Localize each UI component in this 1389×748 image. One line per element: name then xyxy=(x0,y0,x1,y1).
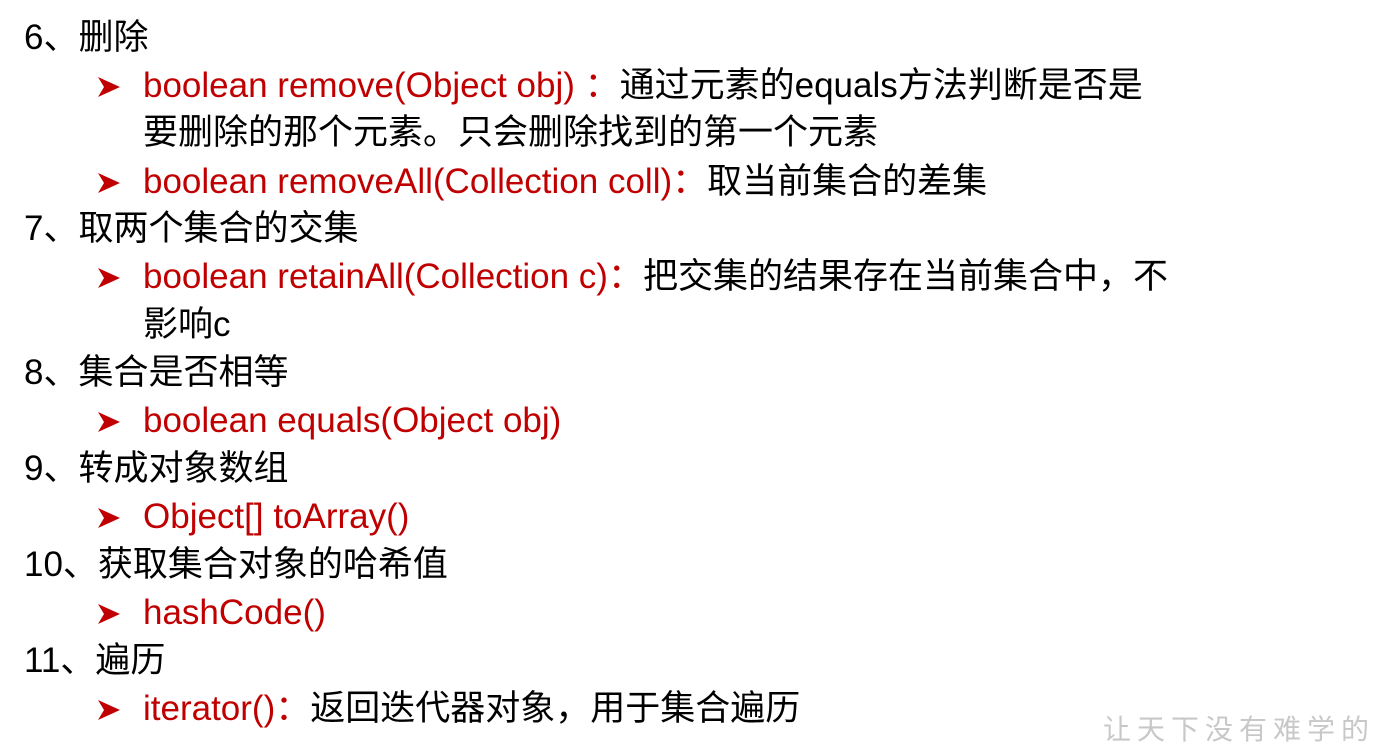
method-description: 取当前集合的差集 xyxy=(707,162,988,201)
list-item: boolean retainAll(Collection c)：把交集的结果存在… xyxy=(97,253,1168,301)
list-item: Object[] toArray() xyxy=(97,493,409,541)
arrow-bullet-icon xyxy=(97,493,143,529)
method-description: 返回迭代器对象，用于集合遍历 xyxy=(310,689,801,728)
list-item: hashCode() xyxy=(97,589,326,637)
method-signature: boolean equals(Object obj) xyxy=(143,401,562,440)
method-description: 把交集的结果存在当前集合中，不 xyxy=(642,257,1168,296)
list-item: boolean removeAll(Collection coll)：取当前集合… xyxy=(97,158,987,206)
section-heading: 7、取两个集合的交集 xyxy=(24,209,359,248)
arrow-bullet-icon xyxy=(97,253,143,289)
list-item: boolean remove(Object obj) ：通过元素的equals方… xyxy=(97,62,1143,110)
arrow-bullet-icon xyxy=(97,158,143,194)
list-item: iterator()：返回迭代器对象，用于集合遍历 xyxy=(97,685,800,733)
watermark: 让天下没有难学的 xyxy=(1102,713,1375,746)
list-item: boolean equals(Object obj) xyxy=(97,397,561,445)
section-heading: 11、遍历 xyxy=(24,641,166,680)
method-signature: boolean removeAll(Collection coll)： xyxy=(143,162,708,201)
description-continuation: 影响c xyxy=(143,305,231,344)
section-heading: 10、获取集合对象的哈希值 xyxy=(24,545,448,584)
method-signature: Object[] toArray() xyxy=(143,497,410,536)
method-signature: iterator()： xyxy=(143,689,311,728)
arrow-bullet-icon xyxy=(97,397,143,433)
section-heading: 6、删除 xyxy=(24,18,149,57)
arrow-bullet-icon xyxy=(97,62,143,98)
section-heading: 9、转成对象数组 xyxy=(24,449,289,488)
description-continuation: 要删除的那个元素。只会删除找到的第一个元素 xyxy=(143,113,879,152)
section-heading: 8、集合是否相等 xyxy=(24,353,289,392)
method-signature: boolean retainAll(Collection c)： xyxy=(143,257,643,296)
method-description: 通过元素的equals方法判断是否是 xyxy=(619,66,1143,105)
method-signature: boolean remove(Object obj) ： xyxy=(143,66,620,105)
method-signature: hashCode() xyxy=(143,593,326,632)
arrow-bullet-icon xyxy=(97,685,143,721)
arrow-bullet-icon xyxy=(97,589,143,625)
slide-content: 6、删除 boolean remove(Object obj) ：通过元素的eq… xyxy=(0,0,1389,746)
